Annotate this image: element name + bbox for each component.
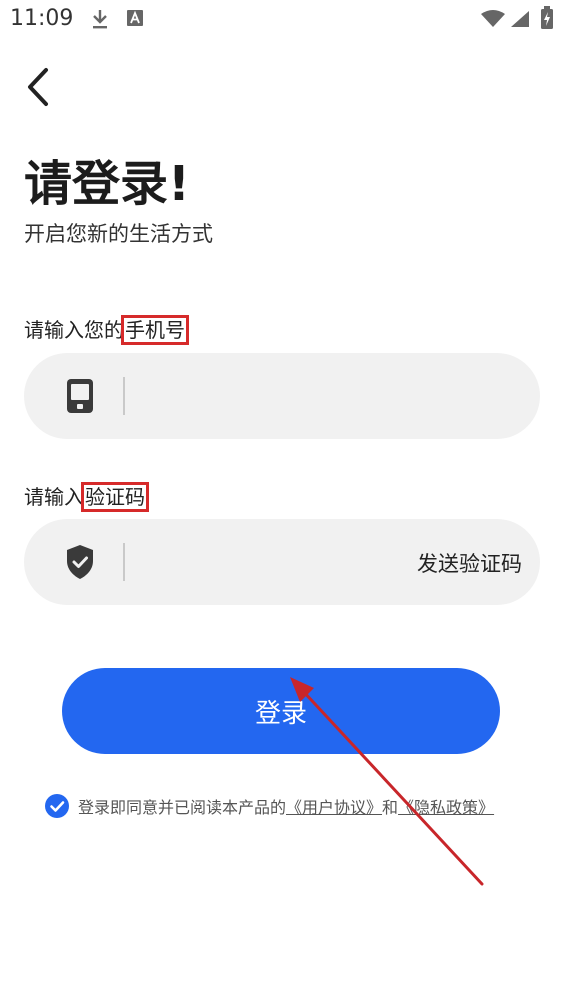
code-input[interactable] [142, 537, 416, 589]
code-field-divider [123, 543, 125, 581]
checkbox-checked-icon[interactable] [44, 793, 70, 819]
signal-icon [511, 11, 529, 27]
user-agreement-link[interactable]: 《用户协议》 [286, 794, 382, 818]
phone-input[interactable] [142, 371, 416, 423]
page-subtitle: 开启您新的生活方式 [24, 222, 213, 246]
phone-label-highlight: 手机号 [121, 315, 189, 345]
text-a-icon [127, 10, 143, 26]
phone-label: 请输入您的手机号 [24, 314, 189, 345]
download-icon [93, 10, 107, 29]
code-label-prefix: 请输入 [24, 485, 84, 509]
phone-field[interactable] [24, 353, 540, 439]
code-label: 请输入验证码 [24, 481, 149, 512]
privacy-policy-link[interactable]: 《隐私政策》 [398, 794, 494, 818]
code-label-highlight: 验证码 [81, 482, 149, 512]
phone-field-divider [123, 377, 125, 415]
send-code-button[interactable]: 发送验证码 [417, 548, 522, 578]
battery-icon [541, 6, 553, 29]
agreement-row: 登录即同意并已阅读本产品的 《用户协议》 和 《隐私政策》 [44, 792, 494, 820]
status-time: 11:09 [10, 6, 74, 31]
login-button[interactable]: 登录 [62, 668, 500, 754]
agreement-text: 登录即同意并已阅读本产品的 [78, 798, 287, 817]
shield-check-icon [67, 545, 93, 579]
status-bar: 11:09 [0, 0, 564, 40]
phone-icon [67, 379, 93, 413]
back-button[interactable] [22, 62, 62, 112]
chevron-left-icon [28, 68, 48, 106]
wifi-icon [481, 10, 505, 27]
code-field[interactable]: 发送验证码 [24, 519, 540, 605]
page-title: 请登录! [24, 156, 190, 212]
agreement-conjunction: 和 [382, 798, 399, 817]
phone-label-prefix: 请输入您的 [24, 318, 124, 342]
